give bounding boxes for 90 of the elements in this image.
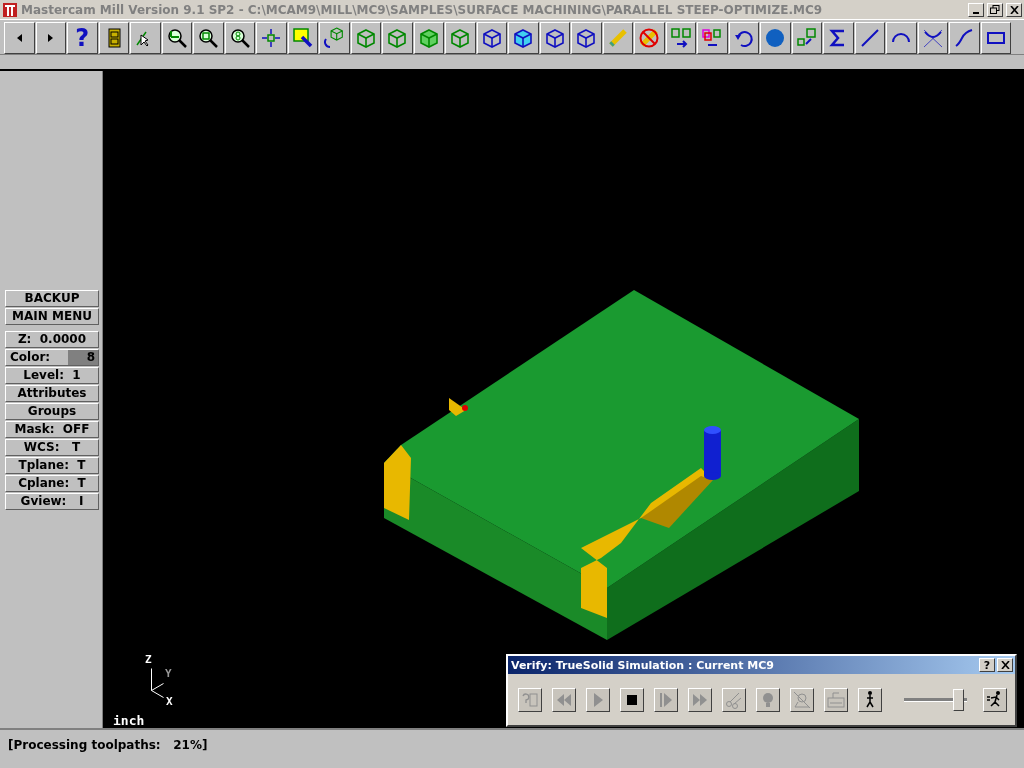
zoom-tool-button[interactable] xyxy=(224,22,255,54)
cube-tool-button[interactable] xyxy=(382,22,413,54)
undo-arrow-tool-button[interactable] xyxy=(728,22,759,54)
menu-button[interactable]: Z: 0.0000 xyxy=(5,330,99,348)
cube-tool-button[interactable] xyxy=(539,22,570,54)
cube-tool-button[interactable] xyxy=(413,22,444,54)
close-icon xyxy=(1000,661,1010,669)
restore-button[interactable] xyxy=(987,2,1003,17)
menu-button[interactable]: MAIN MENU xyxy=(5,307,99,325)
minimize-icon xyxy=(973,11,979,14)
close-icon xyxy=(1009,5,1019,14)
cube-tool-button[interactable] xyxy=(571,22,602,54)
paint-brush-icon xyxy=(291,27,314,49)
rotate-cube-icon xyxy=(323,27,346,49)
sphere-icon xyxy=(764,27,787,49)
sigma-tool-button[interactable] xyxy=(823,22,854,54)
fillet-icon xyxy=(921,27,944,49)
close-button[interactable] xyxy=(997,658,1013,672)
zoom-tool-button[interactable] xyxy=(161,22,192,54)
menu-button[interactable]: BACKUP xyxy=(5,289,99,307)
cube-icon xyxy=(543,27,566,49)
menu-button[interactable]: Tplane: T xyxy=(5,456,99,474)
cube-icon xyxy=(512,27,535,49)
right-arrow-icon xyxy=(48,34,54,42)
menu-button[interactable]: Gview: I xyxy=(5,492,99,510)
cube-icon xyxy=(386,27,409,49)
arc-tool-button[interactable] xyxy=(886,22,917,54)
translate-icon xyxy=(669,27,692,49)
fillet-tool-button[interactable] xyxy=(917,22,948,54)
left-arrow-icon xyxy=(16,34,22,42)
color-value: 8 xyxy=(68,349,98,365)
zoom-icon xyxy=(228,27,251,49)
copy-icon xyxy=(701,27,724,49)
menu-button[interactable]: Groups xyxy=(5,402,99,420)
axis-triad-icon xyxy=(150,667,165,699)
axis-label: Z xyxy=(145,654,152,665)
translate-tool-button[interactable] xyxy=(665,22,696,54)
button-label: Color: xyxy=(10,350,52,364)
app-logo-icon xyxy=(2,1,18,18)
axis-label: X xyxy=(166,696,173,707)
menu-button[interactable]: Cplane: T xyxy=(5,474,99,492)
copy-tool-button[interactable] xyxy=(697,22,728,54)
status-message: [Processing toolpaths: 21%] xyxy=(8,738,208,752)
spline-tool-button[interactable] xyxy=(949,22,980,54)
restore-icon xyxy=(990,5,1000,14)
walking-figure-button[interactable] xyxy=(858,687,882,712)
scale-tool-button[interactable] xyxy=(791,22,822,54)
menu-button[interactable]: Mask: OFF xyxy=(5,420,99,438)
left-arrow-tool-button[interactable] xyxy=(4,22,35,54)
window-title: Mastercam Mill Version 9.1 SP2 - C:\MCAM9\MILL\MC9\SAMPLES\SURFACE MACHINING\PARALLEL STEEP-OPTIMIZE.MC9 xyxy=(21,2,824,17)
pencil-tool-button[interactable] xyxy=(602,22,633,54)
close-button[interactable] xyxy=(1006,2,1022,17)
menu-button[interactable]: Level: 1 xyxy=(5,366,99,384)
cube-tool-button[interactable] xyxy=(476,22,507,54)
move-arrows-icon xyxy=(260,27,283,49)
cube-icon xyxy=(417,27,440,49)
rectangle-tool-button[interactable] xyxy=(980,22,1011,54)
cube-tool-button[interactable] xyxy=(350,22,381,54)
paint-brush-tool-button[interactable] xyxy=(287,22,318,54)
cube-icon xyxy=(449,27,472,49)
zoom-icon xyxy=(165,27,188,49)
cabinet-tool-button[interactable] xyxy=(98,22,129,54)
crossed-pencil-tool-button[interactable] xyxy=(634,22,665,54)
zoom-icon xyxy=(197,27,220,49)
rotate-cube-tool-button[interactable] xyxy=(319,22,350,54)
minimize-button[interactable] xyxy=(968,2,984,17)
slider-thumb[interactable] xyxy=(952,688,964,711)
menu-button[interactable]: WCS: T xyxy=(5,438,99,456)
move-arrows-tool-button[interactable] xyxy=(256,22,287,54)
menu-button[interactable]: Attributes xyxy=(5,384,99,402)
scale-icon xyxy=(795,27,818,49)
right-arrow-tool-button[interactable] xyxy=(35,22,66,54)
dialog-title: Verify: TrueSolid Simulation : Current MC9 xyxy=(511,658,775,672)
arc-icon xyxy=(892,33,911,43)
sphere-tool-button[interactable] xyxy=(760,22,791,54)
help-button[interactable]: ? xyxy=(67,22,98,54)
units-label: inch xyxy=(113,713,145,728)
crossed-pencil-icon xyxy=(638,27,661,49)
zoom-tool-button[interactable] xyxy=(193,22,224,54)
running-figure-button[interactable] xyxy=(983,687,1007,712)
cube-tool-button[interactable] xyxy=(445,22,476,54)
cube-icon xyxy=(575,27,598,49)
cube-icon xyxy=(480,27,503,49)
axis-label: Y xyxy=(165,668,172,679)
cube-icon xyxy=(354,27,377,49)
line-tool-button[interactable] xyxy=(854,22,885,54)
help-button[interactable]: ? xyxy=(979,658,995,672)
cube-tool-button[interactable] xyxy=(508,22,539,54)
menu-button[interactable]: Color: 8 xyxy=(5,348,99,366)
stop-button[interactable] xyxy=(620,687,644,712)
